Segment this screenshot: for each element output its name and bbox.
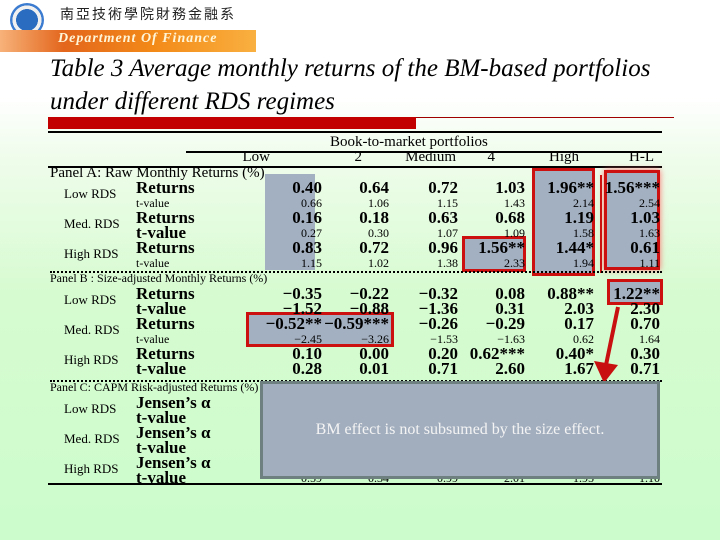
regime-label: Med. RDS xyxy=(64,322,120,337)
table-cell: 1.11 xyxy=(639,256,660,270)
metric-label: Returns xyxy=(136,238,195,257)
table-cell: 0.68 xyxy=(495,208,525,227)
column-header: Low xyxy=(242,149,271,165)
table-cell: −0.29 xyxy=(485,314,525,333)
panel-title: Panel B : Size-adjusted Monthly Returns … xyxy=(50,271,268,285)
callout-text: BM effect is not subsumed by the size ef… xyxy=(315,421,605,438)
regime-label: Med. RDS xyxy=(64,216,120,231)
column-header: 2 xyxy=(354,149,363,165)
metric-label: t-value xyxy=(136,256,170,270)
regime-label: High RDS xyxy=(64,461,119,476)
table-cell: −0.59*** xyxy=(324,314,389,333)
table-cell: 0.01 xyxy=(359,359,389,378)
regime-label: High RDS xyxy=(64,352,119,367)
column-header: High xyxy=(549,149,579,165)
arrow-icon xyxy=(594,306,620,383)
column-header: H-L xyxy=(629,149,654,165)
table-cell: 0.61 xyxy=(630,238,660,257)
regime-label: Low RDS xyxy=(64,292,117,307)
metric-label: Returns xyxy=(136,178,195,197)
regime-label: Med. RDS xyxy=(64,431,120,446)
table-cell: 0.18 xyxy=(359,208,389,227)
regime-label: High RDS xyxy=(64,246,119,261)
table-bottom-rule xyxy=(48,483,662,485)
metric-label: t-value xyxy=(136,359,187,378)
table-cell: 2.60 xyxy=(495,359,525,378)
table-cell: 0.72 xyxy=(359,238,389,257)
panel-title: Panel C: CAPM Risk-adjusted Returns (%) xyxy=(50,380,259,394)
group-header: Book-to-market portfolios xyxy=(330,134,488,150)
table-cell: 2.33 xyxy=(504,256,525,270)
panel-divider xyxy=(50,271,662,273)
table-cell: 1.03 xyxy=(630,208,660,227)
table-cell: 1.02 xyxy=(368,256,389,270)
table-top-rule xyxy=(48,131,662,133)
table-cell: 1.56*** xyxy=(604,178,660,197)
callout-box: BM effect is not subsumed by the size ef… xyxy=(260,381,660,479)
regime-label: Low RDS xyxy=(64,401,117,416)
table-cell: 1.03 xyxy=(495,178,525,197)
table-cell: 0.64 xyxy=(359,178,389,197)
table-cell: 1.56** xyxy=(478,238,525,257)
column-header: 4 xyxy=(487,149,496,165)
regime-label: Low RDS xyxy=(64,186,117,201)
metric-label: Returns xyxy=(136,314,195,333)
